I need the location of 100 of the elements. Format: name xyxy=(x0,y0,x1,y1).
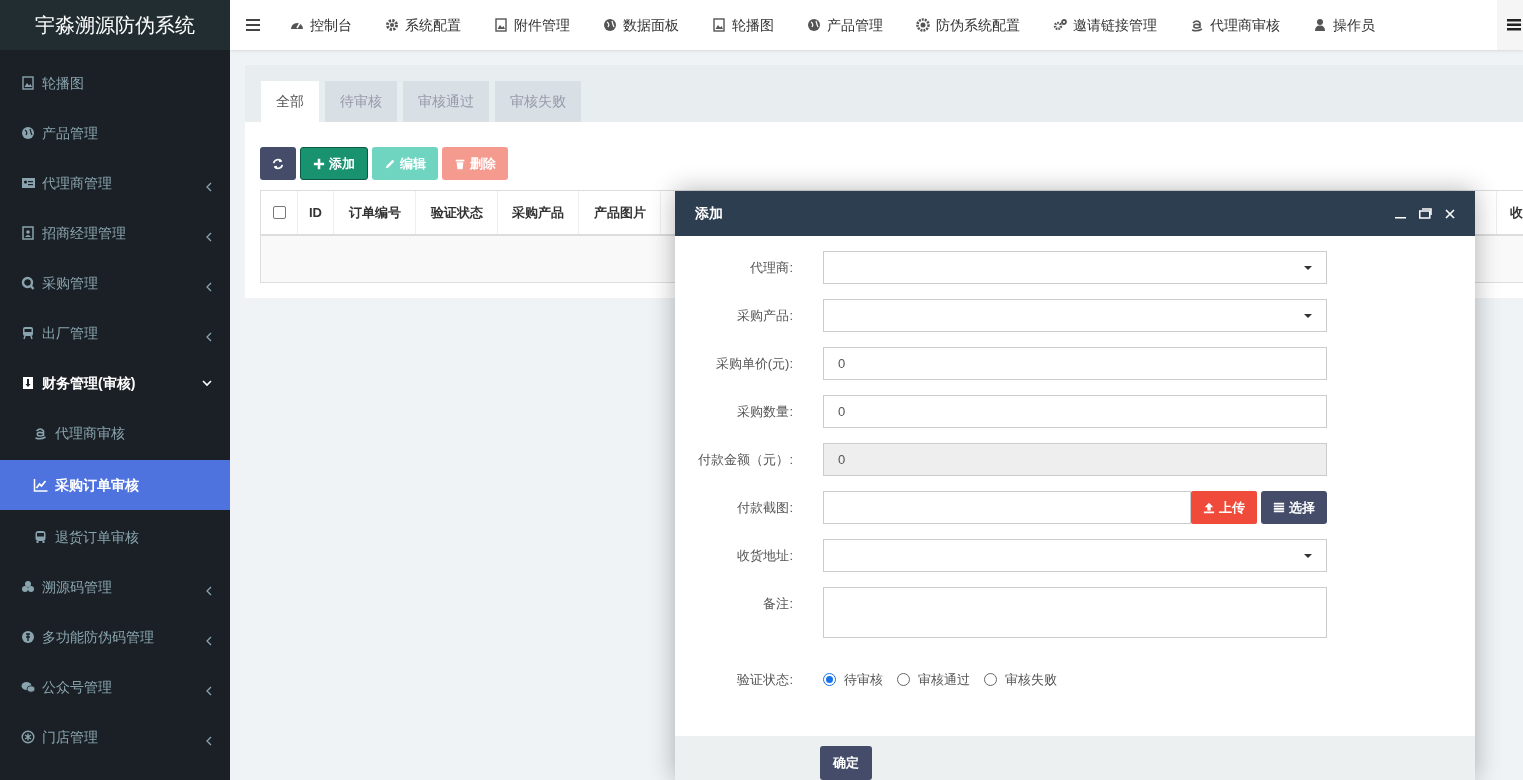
sidebar-item[interactable]: 产品管理 xyxy=(0,108,230,158)
refresh-button[interactable] xyxy=(260,147,296,180)
chevron-left-icon xyxy=(206,332,212,342)
chevron-left-icon xyxy=(206,232,212,242)
nav-link[interactable]: 附件管理 xyxy=(494,14,570,36)
app-title: 宇淼溯源防伪系统 xyxy=(0,0,230,50)
amazon-icon xyxy=(33,426,48,440)
plus-icon xyxy=(313,157,325,170)
globe-icon xyxy=(807,18,821,32)
input-field[interactable]: 0 xyxy=(823,395,1327,428)
sidebar-item[interactable]: 出厂管理 xyxy=(0,308,230,358)
sidebar-subitem[interactable]: 代理商审核 xyxy=(0,408,230,458)
chevron-left-icon xyxy=(206,586,212,596)
user-icon xyxy=(1313,18,1327,32)
radio-label: 审核通过 xyxy=(918,670,970,689)
dropdown-field[interactable] xyxy=(823,299,1327,332)
sidebar-item[interactable]: 溯源码管理 xyxy=(0,562,230,612)
chevron-left-icon xyxy=(206,686,212,696)
image-icon xyxy=(494,18,508,32)
chevron-down-icon xyxy=(202,379,212,387)
close-icon[interactable] xyxy=(1445,208,1455,219)
menu-icon[interactable] xyxy=(246,19,260,31)
tab[interactable]: 全部 xyxy=(261,81,319,122)
dropdown-field[interactable] xyxy=(823,539,1327,572)
add-button[interactable]: 添加 xyxy=(300,147,368,180)
chevron-left-icon xyxy=(206,182,212,192)
bus-icon xyxy=(33,530,48,544)
sidebar-item[interactable]: 门店管理 xyxy=(0,712,230,762)
sidebar-subitem[interactable]: 退货订单审核 xyxy=(0,512,230,562)
list-icon xyxy=(1273,501,1285,514)
column-header: 验证状态 xyxy=(416,191,498,234)
download-icon xyxy=(21,376,35,390)
sidebar-item[interactable]: 财务管理(审核) xyxy=(0,358,230,408)
input-field[interactable] xyxy=(823,491,1191,524)
globe-icon xyxy=(603,18,617,32)
field-label: 付款截图: xyxy=(736,499,793,517)
pencil-icon xyxy=(384,157,396,170)
image-icon xyxy=(712,18,726,32)
nav-link[interactable]: 代理商审核 xyxy=(1190,14,1280,36)
dropdown-field[interactable] xyxy=(823,251,1327,284)
globe-icon xyxy=(21,126,35,140)
chevron-left-icon xyxy=(206,736,212,746)
field-label: 验证状态: xyxy=(736,671,793,689)
chat-icon xyxy=(21,680,35,694)
search-icon xyxy=(21,276,35,290)
badge-icon xyxy=(21,630,35,644)
nav-link[interactable]: 轮播图 xyxy=(712,14,774,36)
upload-button[interactable]: 上传 xyxy=(1191,491,1257,524)
column-header: ID xyxy=(298,191,334,234)
amazon-icon xyxy=(1190,18,1204,32)
confirm-button[interactable]: 确定 xyxy=(820,746,872,780)
gears-icon xyxy=(1053,18,1067,32)
field-label: 收货地址: xyxy=(736,547,793,565)
gear-icon xyxy=(916,18,930,32)
trash-icon xyxy=(454,157,466,170)
select-all-checkbox[interactable] xyxy=(272,206,286,219)
input-field: 0 xyxy=(823,443,1327,476)
field-label: 采购单价(元): xyxy=(714,355,793,373)
maximize-icon[interactable] xyxy=(1419,208,1432,219)
radio-label: 待审核 xyxy=(844,670,883,689)
line-chart-icon xyxy=(33,478,48,492)
field-label: 采购数量: xyxy=(736,403,793,421)
sidebar-item[interactable]: 多功能防伪码管理 xyxy=(0,612,230,662)
nav-link[interactable]: 邀请链接管理 xyxy=(1053,14,1157,36)
snowflake-icon xyxy=(21,730,35,744)
dialog-title: 添加 xyxy=(695,204,723,223)
caret-icon xyxy=(1304,265,1312,270)
input-field[interactable]: 0 xyxy=(823,347,1327,380)
field-label: 采购产品: xyxy=(736,307,793,325)
column-header: 订单编号 xyxy=(334,191,416,234)
sidebar-item[interactable]: 采购管理 xyxy=(0,258,230,308)
nav-link[interactable]: 系统配置 xyxy=(385,14,461,36)
settings-icon xyxy=(385,18,399,32)
train-icon xyxy=(21,326,35,340)
chevron-left-icon xyxy=(206,282,212,292)
radio-label: 审核失败 xyxy=(1005,670,1057,689)
nav-link[interactable]: 产品管理 xyxy=(807,14,883,36)
column-header: 产品图片 xyxy=(579,191,661,234)
sidebar-item[interactable]: 招商经理管理 xyxy=(0,208,230,258)
field-label: 代理商: xyxy=(749,259,793,277)
sidebar-item[interactable]: 轮播图 xyxy=(0,58,230,108)
upload-icon xyxy=(1203,501,1215,514)
chevron-left-icon xyxy=(206,636,212,646)
image-icon xyxy=(21,76,35,90)
cubes-icon xyxy=(21,580,35,594)
list-icon[interactable] xyxy=(1507,19,1521,31)
sidebar-item[interactable]: 公众号管理 xyxy=(0,662,230,712)
caret-icon xyxy=(1304,313,1312,318)
nav-link[interactable]: 数据面板 xyxy=(603,14,679,36)
choose-button[interactable]: 选择 xyxy=(1261,491,1327,524)
sidebar-subitem[interactable]: 采购订单审核 xyxy=(0,460,230,510)
sidebar-item[interactable]: 代理商管理 xyxy=(0,158,230,208)
nav-link[interactable]: 控制台 xyxy=(290,14,352,36)
nav-link[interactable]: 防伪系统配置 xyxy=(916,14,1020,36)
nav-link[interactable]: 操作员 xyxy=(1313,14,1375,36)
column-header: 采购产品 xyxy=(498,191,579,234)
column-header: 收 xyxy=(1509,203,1523,222)
caret-icon xyxy=(1304,553,1312,558)
field-label: 付款金额（元）: xyxy=(697,451,793,469)
id-card-icon xyxy=(21,176,35,190)
